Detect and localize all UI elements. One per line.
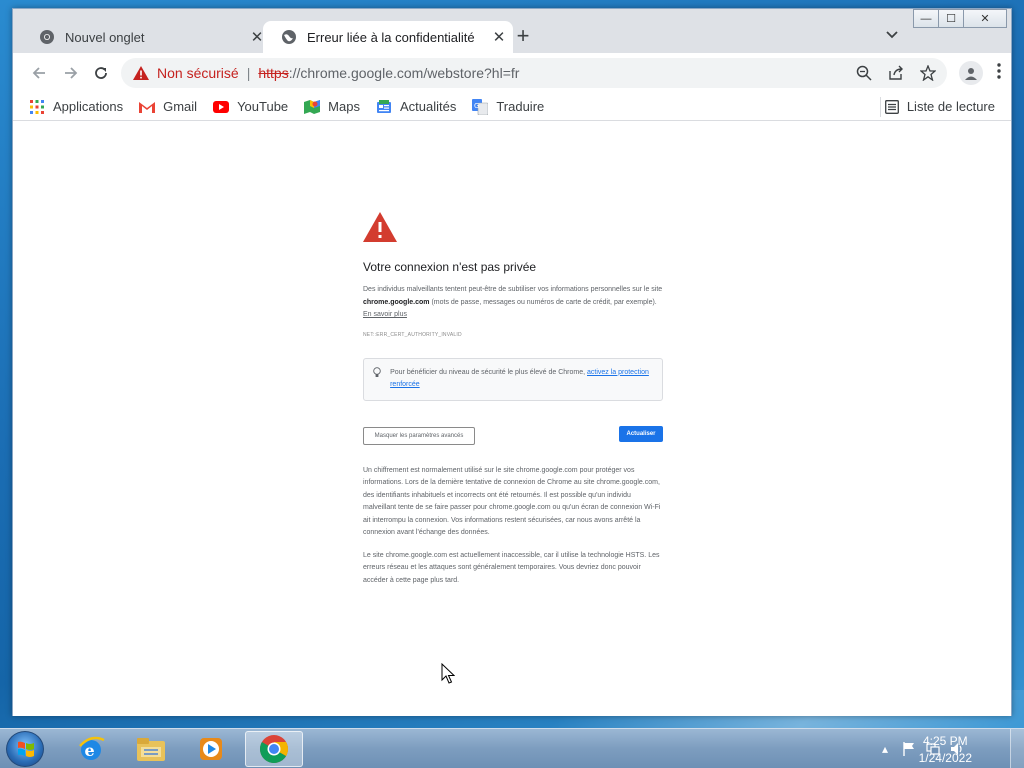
tab-title: Erreur liée à la confidentialité (307, 29, 475, 45)
news-icon (376, 99, 392, 115)
error-code[interactable]: NET::ERR_CERT_AUTHORITY_INVALID (363, 332, 663, 338)
url-scheme: https (258, 65, 289, 81)
youtube-icon (213, 99, 230, 115)
explanation-text: Des individus malveillants tentent peut-… (363, 286, 663, 293)
start-button[interactable] (6, 731, 44, 767)
advanced-details: Un chiffrement est normalement utilisé s… (363, 465, 663, 588)
new-tab-button[interactable]: + (511, 23, 535, 49)
show-hidden-icons-icon[interactable]: ▴ (878, 742, 892, 756)
zoom-icon[interactable] (855, 64, 873, 82)
omnibox-actions (855, 64, 937, 82)
clock-time: 4:25 PM (922, 734, 968, 748)
learn-more-link[interactable]: En savoir plus (363, 311, 407, 318)
bookmark-label: Traduire (496, 99, 545, 114)
clock-date: 1/24/2022 (918, 751, 972, 765)
maximize-button[interactable]: ☐ (938, 9, 964, 28)
mouse-cursor-icon (441, 662, 456, 685)
browser-window: Nouvel onglet ✕ Erreur liée à la confide… (12, 8, 1012, 716)
reload-icon[interactable] (89, 61, 113, 85)
bookmark-label: YouTube (237, 99, 289, 114)
reading-list-label: Liste de lecture (906, 99, 995, 114)
bookmark-label: Applications (53, 99, 124, 114)
large-warning-icon (363, 212, 397, 242)
toolbar-actions (959, 61, 1001, 85)
internet-explorer-icon[interactable]: e (62, 731, 120, 767)
enhanced-protection-text: Pour bénéficier du niveau de sécurité le… (390, 367, 654, 400)
url-text: ://chrome.google.com/webstore?hl=fr (288, 65, 520, 81)
profile-avatar-icon[interactable] (959, 61, 983, 85)
bookmark-label: Actualités (399, 99, 457, 114)
apps-grid-icon (29, 99, 45, 115)
reading-list-button[interactable]: Liste de lecture (884, 99, 995, 114)
back-arrow-icon[interactable] (27, 61, 51, 85)
tab-title: Nouvel onglet (65, 29, 145, 45)
minimize-button[interactable]: — (913, 9, 939, 28)
tab-close-icon[interactable]: ✕ (485, 28, 513, 46)
media-player-icon[interactable] (182, 731, 240, 767)
site-name: chrome.google.com (363, 298, 430, 306)
svg-text:G: G (474, 102, 479, 110)
show-desktop-button[interactable] (1010, 729, 1024, 768)
explanation-text: (mots de passe, messages ou numéros de c… (429, 298, 657, 306)
enhanced-text: Pour bénéficier du niveau de sécurité le… (390, 368, 587, 376)
warning-triangle-icon[interactable] (133, 66, 149, 80)
details-paragraph: Le site chrome.google.com est actuelleme… (363, 551, 660, 584)
translate-icon: G (472, 98, 489, 115)
reload-button[interactable]: Actualiser (619, 425, 663, 442)
not-secure-label[interactable]: Non sécurisé (157, 65, 239, 81)
error-explanation: Des individus malveillants tentent peut-… (363, 284, 663, 322)
bookmarks-divider (880, 97, 881, 117)
address-bar[interactable]: Non sécurisé | https ://chrome.google.co… (121, 58, 947, 88)
bookmark-gmail[interactable]: Gmail (139, 99, 197, 115)
tab-new-tab[interactable]: Nouvel onglet ✕ (21, 21, 271, 53)
file-explorer-icon[interactable] (122, 731, 180, 767)
enhanced-protection-promo: Pour bénéficier du niveau de sécurité le… (363, 357, 663, 401)
maps-icon (304, 99, 321, 115)
tab-privacy-error[interactable]: Erreur liée à la confidentialité ✕ (263, 21, 513, 53)
more-menu-icon[interactable] (997, 62, 1001, 84)
bookmarks-bar: Applications Gmail YouTube Maps Actualit… (13, 93, 1011, 121)
globe-favicon-icon (281, 29, 297, 45)
lightbulb-icon (373, 366, 382, 400)
svg-text:e: e (85, 741, 95, 760)
chrome-icon[interactable] (245, 731, 303, 767)
tab-strip: Nouvel onglet ✕ Erreur liée à la confide… (13, 9, 1011, 53)
bookmark-maps[interactable]: Maps (304, 99, 360, 115)
bookmark-star-icon[interactable] (919, 64, 937, 82)
bookmark-applications[interactable]: Applications (29, 99, 123, 115)
bookmark-youtube[interactable]: YouTube (213, 99, 288, 115)
gmail-icon (139, 99, 156, 115)
hide-advanced-button[interactable]: Masquer les paramètres avancés (363, 426, 475, 445)
forward-arrow-icon[interactable] (59, 61, 83, 85)
action-buttons: Masquer les paramètres avancés Actualise… (363, 425, 663, 445)
reading-list-icon (884, 99, 899, 114)
details-paragraph: Un chiffrement est normalement utilisé s… (363, 466, 661, 537)
page-content: Votre connexion n'est pas privée Des ind… (13, 122, 1011, 716)
bookmark-actualites[interactable]: Actualités (376, 99, 456, 115)
privacy-error-interstitial: Votre connexion n'est pas privée Des ind… (363, 212, 663, 587)
tab-search-chevron-icon[interactable] (885, 27, 905, 45)
taskbar-clock[interactable]: 4:25 PM 1/24/2022 (919, 733, 972, 767)
window-controls: — ☐ ✕ (913, 9, 1007, 29)
url-separator: | (246, 65, 251, 81)
bookmark-traduire[interactable]: G Traduire (472, 98, 545, 115)
navigation-toolbar: Non sécurisé | https ://chrome.google.co… (13, 53, 1011, 93)
share-icon[interactable] (887, 64, 905, 82)
bookmark-label: Gmail (163, 99, 198, 114)
close-window-button[interactable]: ✕ (963, 9, 1007, 28)
windows-taskbar: e ▴ 4:25 PM 1/24/2022 (0, 728, 1024, 768)
error-heading: Votre connexion n'est pas privée (363, 260, 537, 274)
action-center-flag-icon[interactable] (902, 742, 916, 756)
chrome-favicon-icon (39, 29, 55, 45)
bookmark-label: Maps (328, 99, 360, 114)
